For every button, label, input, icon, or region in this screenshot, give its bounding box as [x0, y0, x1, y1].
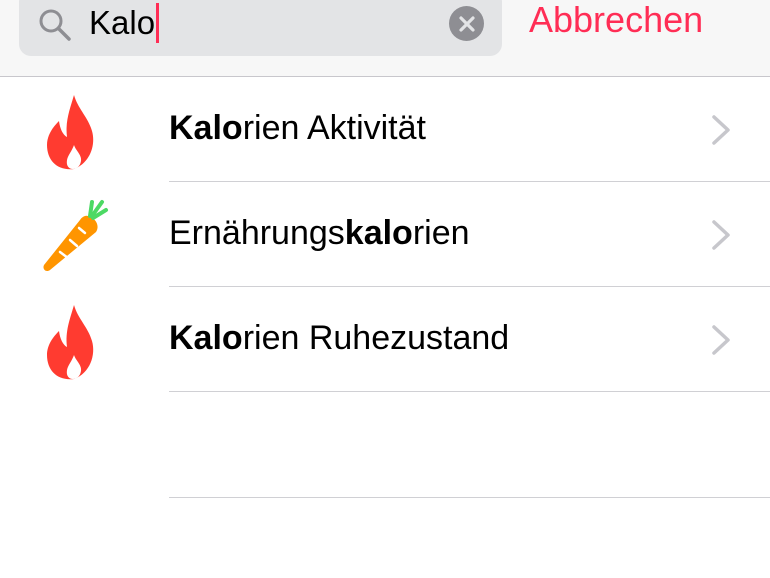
chevron-right-icon: [712, 325, 730, 355]
label-prefix: Ernährungs: [169, 214, 345, 252]
search-icon: [39, 9, 71, 41]
clear-icon: [458, 15, 475, 32]
label-match: Kalo: [169, 109, 243, 147]
label-suffix: rien Aktivität: [242, 109, 426, 147]
label-suffix: rien Ruhezustand: [242, 319, 510, 357]
result-label: Kalorien Aktivität: [169, 107, 426, 149]
flame-icon: [47, 305, 94, 380]
result-label: Ernährungskalorien: [169, 212, 470, 254]
label-suffix: rien: [412, 214, 470, 252]
search-query-text: Kalo: [89, 4, 156, 41]
label-match: kalo: [344, 214, 413, 252]
empty-row: [0, 392, 770, 498]
search-results-list: Kalorien Aktivität Ernährungskalorien Ka…: [0, 77, 770, 498]
flame-icon: [47, 95, 94, 170]
label-match: Kalo: [169, 319, 243, 357]
result-row-kalorien-aktivitaet[interactable]: Kalorien Aktivität: [0, 77, 770, 182]
carrot-icon: [43, 200, 108, 272]
result-label: Kalorien Ruhezustand: [169, 317, 509, 359]
row-separator: [169, 497, 770, 498]
text-caret: [156, 3, 160, 43]
chevron-right-icon: [712, 220, 730, 250]
cancel-button[interactable]: Abbrechen: [529, 0, 703, 41]
search-query[interactable]: Kalo: [89, 3, 160, 43]
result-row-kalorien-ruhezustand[interactable]: Kalorien Ruhezustand: [0, 287, 770, 392]
result-row-ernaehrungskalorien[interactable]: Ernährungskalorien: [0, 182, 770, 287]
chevron-right-icon: [712, 115, 730, 145]
clear-search-button[interactable]: [449, 6, 484, 41]
search-bar: Kalo Abbrechen: [0, 0, 770, 77]
